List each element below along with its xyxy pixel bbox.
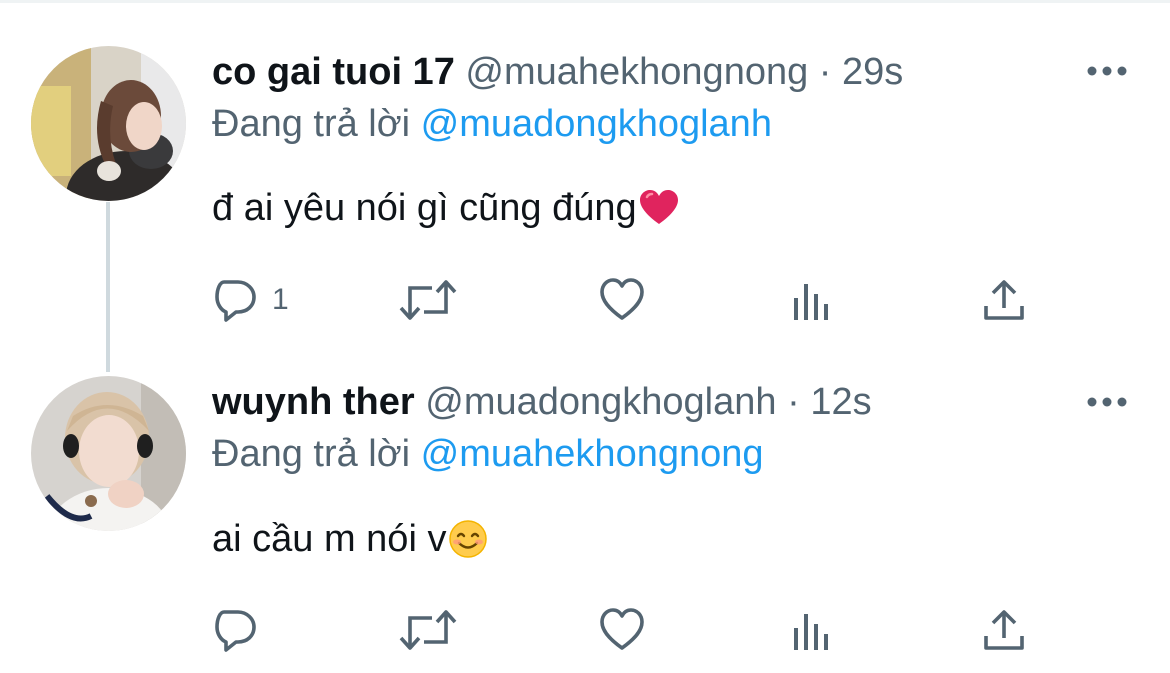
smiling-face-emoji-icon: [449, 520, 488, 558]
red-heart-emoji-icon: [639, 190, 678, 224]
like-icon: [600, 278, 644, 320]
tweet[interactable]: wuynh ther @muadongkhoglanh · 12s Đang t…: [0, 340, 1170, 673]
separator-dot: ·: [787, 381, 800, 423]
user-handle[interactable]: @muahekhongnong: [465, 51, 808, 93]
more-icon[interactable]: [1085, 392, 1129, 412]
timestamp[interactable]: 12s: [810, 381, 871, 423]
more-icon[interactable]: [1085, 61, 1129, 81]
reply-count: 1: [272, 283, 289, 316]
display-name[interactable]: wuynh ther: [212, 381, 415, 423]
share-icon: [984, 610, 1024, 650]
analytics-icon: [794, 284, 828, 320]
share-button[interactable]: [982, 602, 1026, 658]
analytics-icon: [794, 614, 828, 650]
mention-link[interactable]: @muahekhongnong: [421, 433, 764, 475]
replying-to: Đang trả lời @muahekhongnong: [212, 431, 764, 477]
separator-dot: ·: [818, 51, 832, 93]
analytics-button[interactable]: [792, 602, 832, 658]
display-name[interactable]: co gai tuoi 17: [212, 51, 455, 93]
tweet[interactable]: co gai tuoi 17 @muahekhongnong · 29s Đan…: [0, 0, 1170, 340]
like-button[interactable]: [598, 272, 646, 328]
analytics-button[interactable]: [792, 272, 832, 328]
tweet-text: đ ai yêu nói gì cũng đúng: [212, 185, 679, 231]
reply-button[interactable]: 1: [212, 272, 289, 328]
reply-button[interactable]: [212, 602, 272, 658]
tweet-body: đ ai yêu nói gì cũng đúng: [212, 187, 637, 229]
tweet-header: co gai tuoi 17 @muahekhongnong · 29s: [212, 49, 903, 95]
avatar[interactable]: [31, 376, 186, 531]
replying-to-label: Đang trả lời: [212, 433, 411, 475]
tweet-body: ai cầu m nói v: [212, 518, 447, 560]
share-icon: [984, 280, 1024, 320]
like-icon: [600, 608, 644, 650]
like-button[interactable]: [598, 602, 646, 658]
retweet-icon: [399, 280, 457, 320]
tweet-text: ai cầu m nói v: [212, 516, 488, 562]
timestamp[interactable]: 29s: [842, 51, 903, 93]
retweet-button[interactable]: [398, 272, 458, 328]
replying-to-label: Đang trả lời: [212, 103, 411, 145]
reply-icon: [215, 280, 256, 322]
reply-icon: [215, 610, 256, 652]
user-handle[interactable]: @muadongkhoglanh: [425, 381, 776, 423]
share-button[interactable]: [982, 272, 1026, 328]
tweet-actions: [212, 602, 1042, 658]
replying-to: Đang trả lời @muadongkhoglanh: [212, 101, 772, 147]
avatar[interactable]: [31, 46, 186, 201]
tweet-header: wuynh ther @muadongkhoglanh · 12s: [212, 379, 872, 425]
mention-link[interactable]: @muadongkhoglanh: [421, 103, 772, 145]
tweet-actions: 1: [212, 272, 1042, 328]
retweet-icon: [399, 610, 457, 650]
retweet-button[interactable]: [398, 602, 458, 658]
